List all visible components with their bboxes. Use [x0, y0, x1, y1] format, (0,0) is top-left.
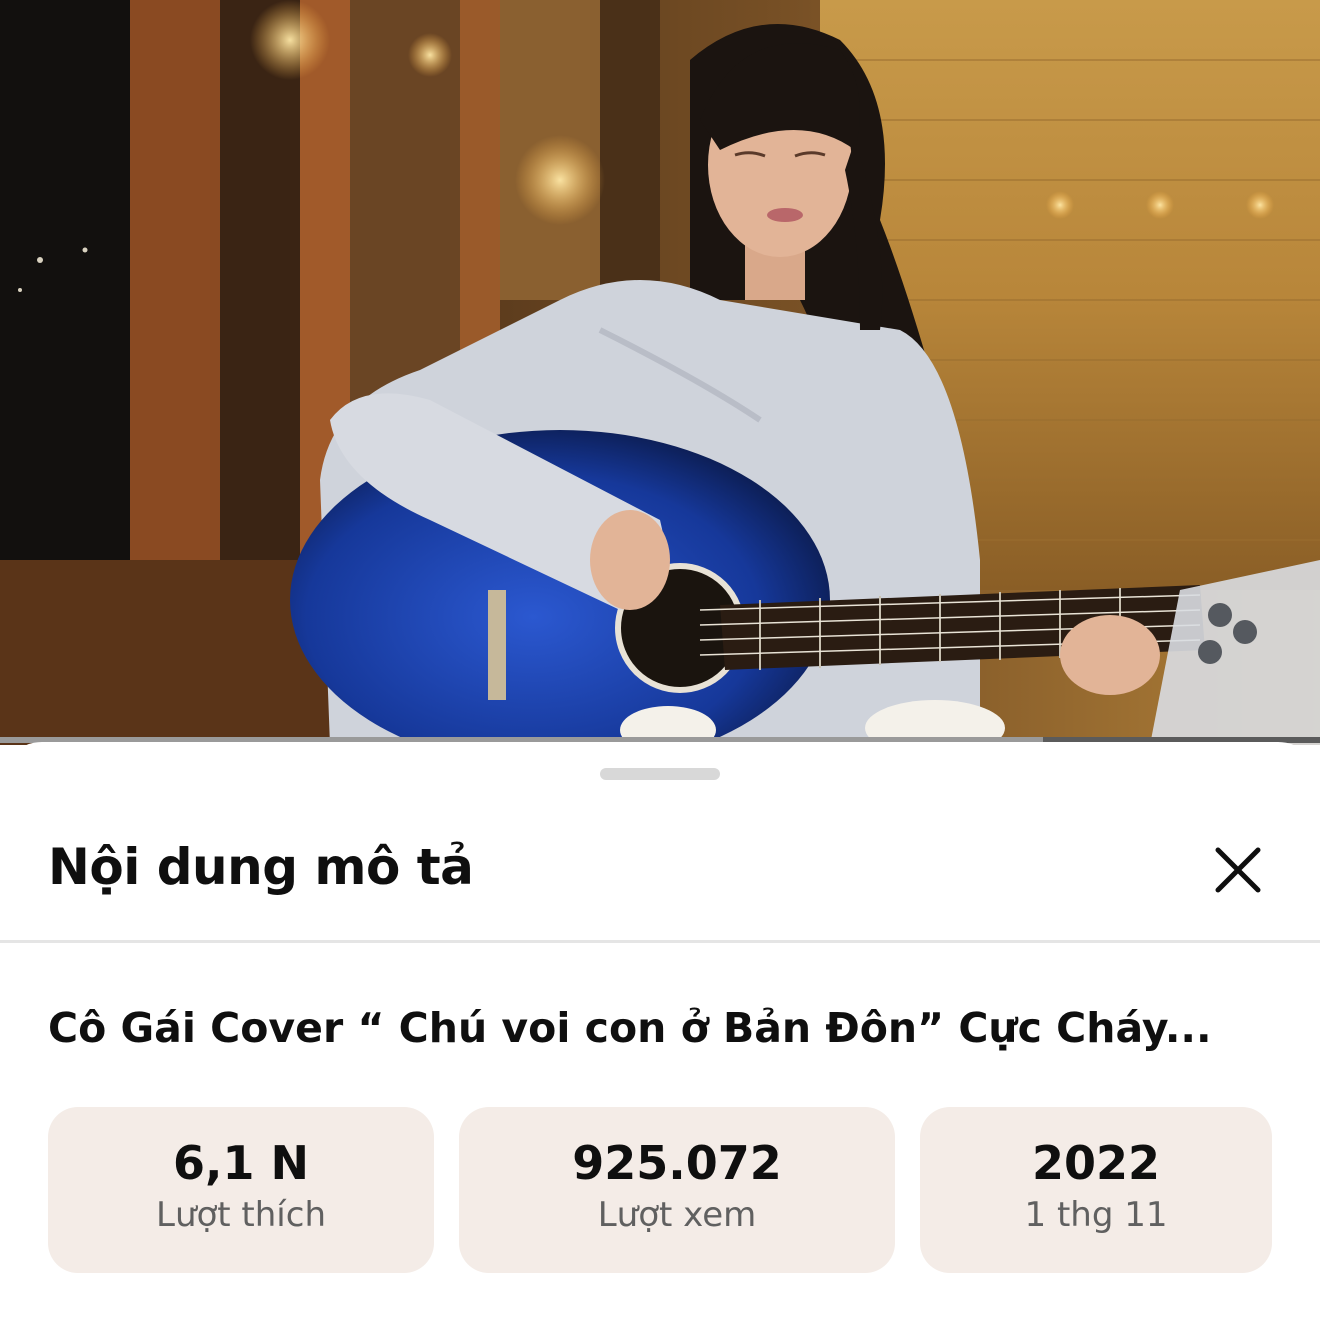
publish-year: 2022 [1031, 1136, 1161, 1190]
likes-label: Lượt thích [156, 1195, 326, 1235]
views-label: Lượt xem [597, 1195, 757, 1235]
stats-row: 6,1 N Lượt thích 925.072 Lượt xem 2022 1… [0, 1107, 1320, 1275]
publish-date: 1 thg 11 [1024, 1195, 1168, 1235]
sheet-drag-handle[interactable] [600, 768, 720, 780]
close-button[interactable] [1194, 826, 1282, 914]
views-stat-card: 925.072 Lượt xem [459, 1107, 895, 1273]
video-title: Cô Gái Cover “ Chú voi con ở Bản Đôn” Cự… [48, 1004, 1212, 1052]
description-sheet: Nội dung mô tả Cô Gái Cover “ Chú voi co… [0, 742, 1320, 1328]
likes-count: 6,1 N [172, 1136, 309, 1190]
likes-stat-card: 6,1 N Lượt thích [48, 1107, 434, 1273]
description-screen: Nội dung mô tả Cô Gái Cover “ Chú voi co… [0, 0, 1320, 1328]
close-icon [1215, 847, 1261, 893]
sheet-title: Nội dung mô tả [48, 838, 474, 896]
date-stat-card: 2022 1 thg 11 [920, 1107, 1272, 1273]
video-thumbnail [0, 0, 1320, 745]
header-divider [0, 940, 1320, 943]
sheet-header: Nội dung mô tả [0, 802, 1320, 942]
video-player[interactable] [0, 0, 1320, 745]
views-count: 925.072 [572, 1136, 782, 1190]
